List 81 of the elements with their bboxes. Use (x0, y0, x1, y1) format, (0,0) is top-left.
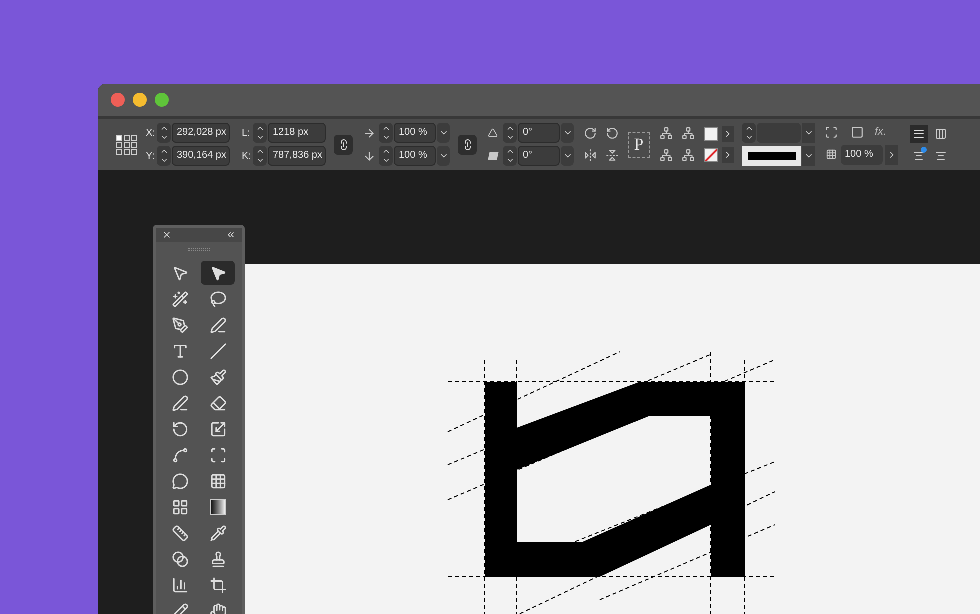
maximize-icon[interactable] (155, 93, 169, 107)
field-label: X: (146, 126, 156, 140)
circle-icon (172, 368, 188, 386)
scale-icon (210, 420, 226, 438)
hierarchy-icon[interactable] (658, 148, 674, 164)
grid-icon (210, 472, 226, 490)
eyedropper-icon (210, 524, 226, 542)
rotate-ccw-icon[interactable] (604, 126, 620, 142)
line-icon (210, 342, 226, 360)
stepper-icon[interactable] (379, 123, 393, 143)
crop-icon (210, 576, 226, 594)
ruler-icon (172, 524, 188, 542)
link-icon[interactable] (458, 134, 477, 154)
square-icon[interactable] (849, 124, 865, 140)
grid-icon (172, 498, 188, 516)
chevron-right-icon[interactable] (885, 144, 898, 165)
link-icon[interactable] (334, 134, 353, 154)
pen-nib-icon (172, 316, 188, 334)
magic-wand-icon (172, 290, 188, 308)
stepper-icon[interactable] (157, 123, 171, 143)
tool-button[interactable] (201, 261, 235, 285)
hierarchy-icon[interactable] (680, 148, 696, 164)
gradient-square-icon (210, 499, 226, 515)
value-field[interactable]: 0° (518, 123, 560, 143)
stepper-icon[interactable] (253, 123, 267, 143)
grip-icon[interactable] (188, 248, 210, 251)
dropdown-icon[interactable] (437, 123, 450, 143)
dropdown-icon[interactable] (437, 146, 450, 166)
reference-point-icon[interactable] (116, 134, 138, 154)
speech-bubble-icon (172, 472, 188, 490)
chevron-right-icon[interactable] (722, 147, 734, 163)
eraser-icon (210, 394, 226, 412)
value-field[interactable]: 292,028 px (172, 123, 230, 143)
rotate-cw-icon[interactable] (582, 126, 598, 142)
arrow-pointer-icon (210, 264, 226, 282)
value-field[interactable]: 100 % (394, 123, 436, 143)
chevron-right-icon[interactable] (722, 126, 734, 142)
close-icon[interactable] (162, 230, 172, 240)
field-label: Y: (146, 150, 156, 164)
collapse-icon[interactable] (226, 230, 236, 240)
hierarchy-icon[interactable] (658, 126, 674, 142)
frame-icon[interactable] (823, 124, 839, 140)
fill-swatch[interactable] (704, 127, 718, 141)
value-field[interactable]: 1218 px (268, 123, 326, 143)
value-field[interactable]: 100 % (394, 146, 436, 166)
dropdown-icon[interactable] (802, 123, 815, 143)
overlapping-circles-icon (172, 550, 188, 568)
stepper-icon[interactable] (253, 146, 267, 166)
stroke-none-swatch[interactable] (704, 148, 718, 162)
value-field[interactable]: 787,836 px (268, 146, 326, 166)
arrow-pointer-icon (172, 264, 188, 282)
flip-horizontal-icon[interactable] (582, 148, 598, 164)
value-field[interactable]: 0° (518, 146, 560, 166)
lasso-icon (210, 290, 226, 308)
brush-icon (210, 368, 226, 386)
text-icon (172, 342, 188, 360)
dashed-frame-icon (210, 446, 226, 464)
effects-label[interactable]: fx. (875, 124, 887, 141)
rotate-icon (172, 420, 188, 438)
minimize-icon[interactable] (133, 93, 147, 107)
field-label: K: (242, 150, 252, 164)
opacity-field[interactable]: 100 % (841, 144, 883, 165)
stamp-icon (210, 550, 226, 568)
dropdown-icon[interactable] (561, 123, 574, 143)
dropdown-icon[interactable] (561, 146, 574, 166)
flip-vertical-icon[interactable] (604, 148, 620, 164)
reference-point-button[interactable]: P (628, 132, 650, 158)
value-field[interactable]: 390,164 px (172, 146, 230, 166)
stepper-icon[interactable] (503, 146, 517, 166)
stepper-icon[interactable] (157, 146, 171, 166)
stepper-icon[interactable] (742, 123, 756, 143)
bar-chart-icon (172, 576, 188, 594)
dropdown-icon[interactable] (802, 146, 815, 166)
stepper-icon[interactable] (503, 123, 517, 143)
stroke-style-field[interactable] (742, 146, 801, 166)
hierarchy-icon[interactable] (680, 126, 696, 142)
pen-line-icon (172, 394, 188, 412)
stepper-icon[interactable] (379, 146, 393, 166)
curve-icon (172, 446, 188, 464)
field-label: L: (242, 126, 252, 140)
pen-line-icon (210, 316, 226, 334)
